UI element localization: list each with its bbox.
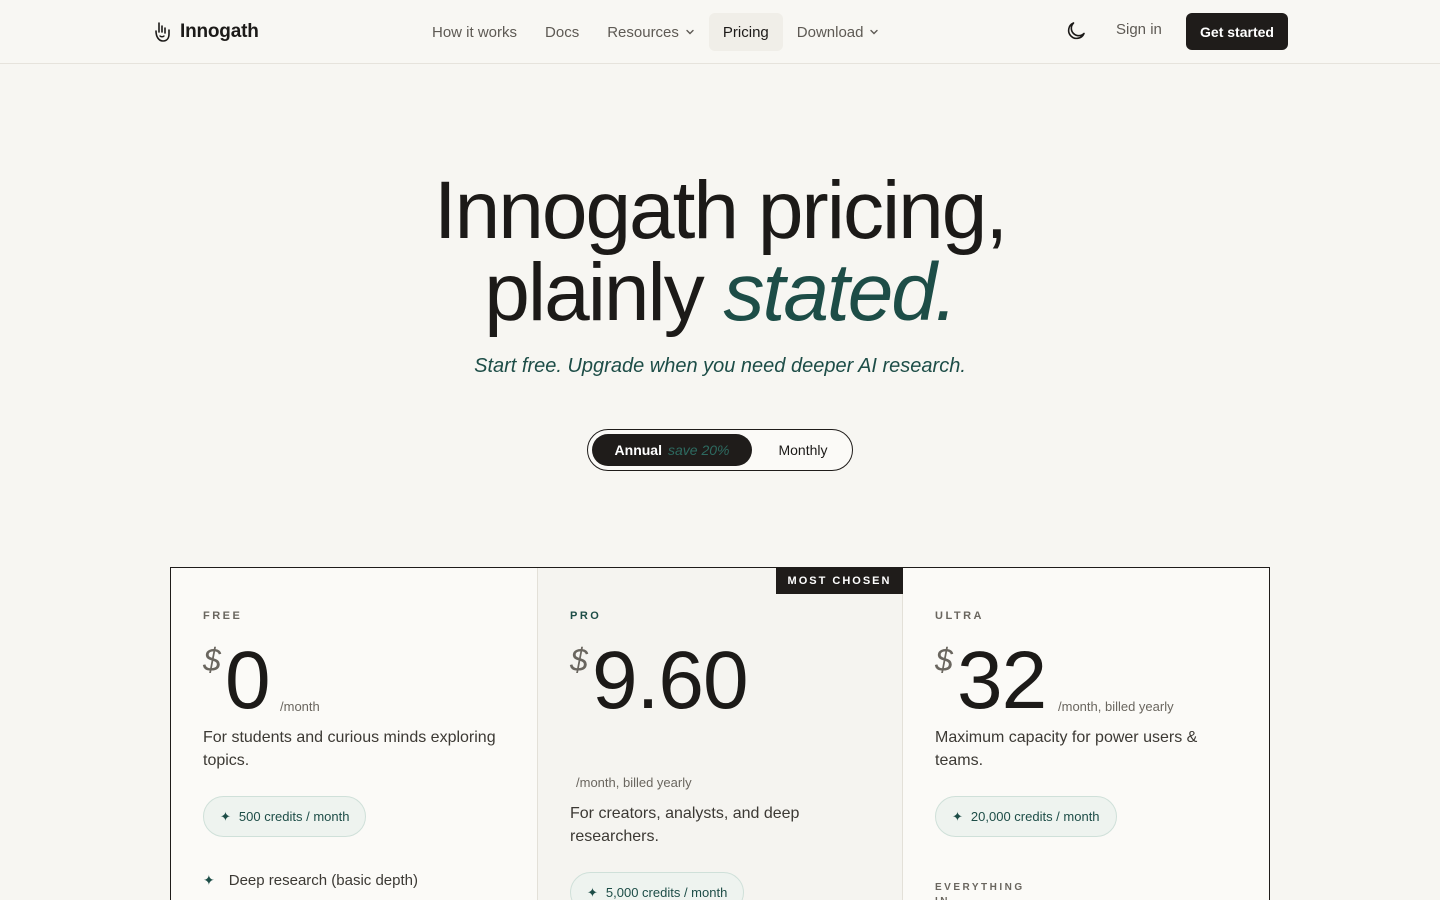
nav-link-download[interactable]: Download xyxy=(783,13,894,51)
page-subtitle: Start free. Upgrade when you need deeper… xyxy=(474,355,966,377)
sparkle-icon: ✦ xyxy=(203,872,215,888)
theme-toggle-button[interactable] xyxy=(1064,19,1088,43)
plan-feature-label: Deep research (basic depth) xyxy=(228,872,418,889)
title-line-2-accent: stated. xyxy=(723,247,958,338)
plan-description: For creators, analysts, and deep researc… xyxy=(570,805,800,845)
plan-card-free: FREE $ 0 /month For students and curious… xyxy=(171,568,537,900)
plan-description: For students and curious minds exploring… xyxy=(203,729,496,769)
plan-tier: ULTRA xyxy=(935,610,984,622)
plan-credits-label: 20,000 credits / month xyxy=(970,809,1100,824)
top-nav: Innogath How it works Docs Resources Pri… xyxy=(0,0,1440,64)
monthly-label: Monthly xyxy=(778,442,828,458)
billing-annual-option[interactable]: Annual save 20% xyxy=(592,434,752,466)
sparkle-icon: ✦ xyxy=(220,808,231,824)
title-line-2-plain: plainly xyxy=(484,247,724,338)
nav-link-pricing[interactable]: Pricing xyxy=(708,13,783,51)
nav-link-label: Resources xyxy=(607,23,679,41)
plan-credits-badge: ✦ 500 credits / month xyxy=(203,796,367,837)
plan-price: 0 xyxy=(225,635,271,726)
annual-label: Annual xyxy=(614,442,662,458)
plan-period: /month, billed yearly xyxy=(1058,699,1174,714)
chevron-down-icon xyxy=(686,29,694,35)
nav-link-label: How it works xyxy=(432,23,518,41)
billing-toggle: Annual save 20% Monthly xyxy=(587,429,853,471)
plan-credits-label: 5,000 credits / month xyxy=(605,885,728,900)
plan-card-pro: MOST CHOSEN PRO $ 9.60 /month, billed ye… xyxy=(537,568,903,900)
chevron-down-icon xyxy=(870,29,879,35)
most-chosen-badge: MOST CHOSEN xyxy=(776,568,903,594)
plan-section-label: EVERYTHING IN xyxy=(935,882,1025,900)
nav-link-docs[interactable]: Docs xyxy=(531,13,593,51)
nav-link-label: Pricing xyxy=(722,23,769,41)
nav-link-resources[interactable]: Resources xyxy=(593,13,709,51)
plan-currency: $ xyxy=(935,642,953,678)
plan-credits-badge: ✦ 5,000 credits / month xyxy=(570,872,745,900)
nav-link-label: Docs xyxy=(545,23,580,41)
nav-link-label: Download xyxy=(796,23,864,41)
billing-monthly-option[interactable]: Monthly xyxy=(758,434,848,466)
sign-in-link[interactable]: Sign in xyxy=(1116,21,1162,38)
brand-logo[interactable]: Innogath xyxy=(152,18,259,46)
moon-icon xyxy=(1067,22,1085,40)
sparkle-icon: ✦ xyxy=(952,808,963,824)
plan-period: /month xyxy=(280,699,320,714)
get-started-button[interactable]: Get started xyxy=(1186,13,1288,50)
sparkle-icon: ✦ xyxy=(587,884,598,900)
brand-name: Innogath xyxy=(180,21,259,42)
plan-price: 32 xyxy=(957,635,1047,726)
plan-period: /month, billed yearly xyxy=(576,775,692,790)
plan-credits-badge: ✦ 20,000 credits / month xyxy=(935,796,1117,837)
pricing-grid: FREE $ 0 /month For students and curious… xyxy=(170,567,1270,900)
plan-price: 9.60 xyxy=(592,635,749,726)
plan-feature: ✦ Deep research (basic depth) xyxy=(203,872,418,889)
plan-currency: $ xyxy=(570,642,588,678)
plan-currency: $ xyxy=(203,642,221,678)
annual-save-label: save 20% xyxy=(667,442,730,458)
plan-card-ultra: ULTRA $ 32 /month, billed yearly Maximum… xyxy=(903,568,1269,900)
plan-tier: FREE xyxy=(203,610,243,622)
plan-description: Maximum capacity for power users & teams… xyxy=(935,729,1198,769)
nav-link-how-it-works[interactable]: How it works xyxy=(418,13,531,51)
nav-links: How it works Docs Resources Pricing Down… xyxy=(418,12,893,52)
page-title: Innogath pricing, plainly stated. xyxy=(0,170,1440,334)
title-line-1: Innogath pricing, xyxy=(433,165,1008,256)
plan-credits-label: 500 credits / month xyxy=(238,809,350,824)
hand-logo-icon xyxy=(155,22,170,42)
plan-tier: PRO xyxy=(570,610,602,622)
